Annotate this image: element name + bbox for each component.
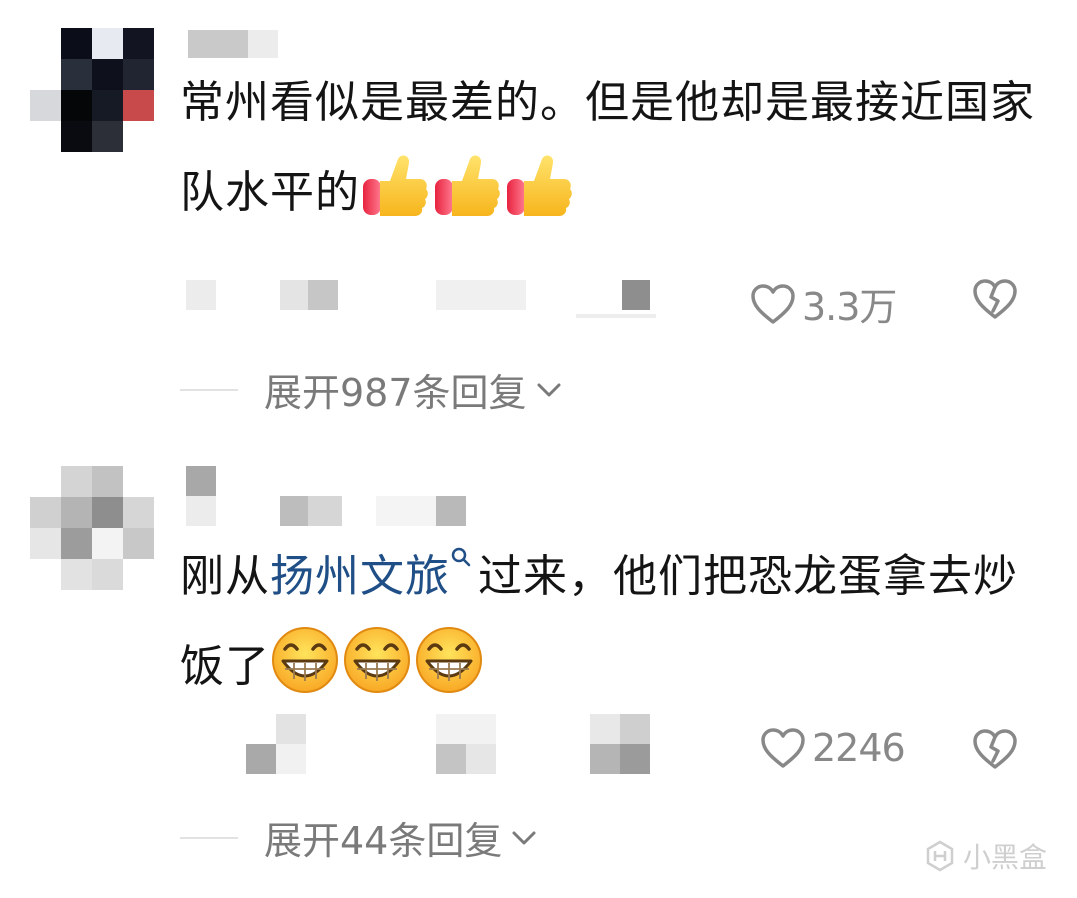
like-button[interactable]: 3.3万 — [750, 276, 897, 331]
heart-icon — [761, 728, 805, 768]
comment-text-content: 常州看似是最差的。但是他却是最接近国家队水平的 — [180, 77, 1035, 218]
grinning-face-icon — [272, 627, 338, 693]
expand-replies-button[interactable]: 展开44条回复 — [180, 810, 538, 865]
like-count: 2246 — [812, 726, 906, 770]
comment-text: 常州看似是最差的。但是他却是最接近国家队水平的 — [180, 58, 1040, 238]
grinning-face-icon — [416, 627, 482, 693]
heybox-logo-icon — [926, 840, 954, 872]
broken-heart-icon — [973, 279, 1017, 319]
thumbs-up-icon — [435, 155, 500, 216]
expand-replies-label: 展开44条回复 — [264, 819, 503, 863]
comment-text: 刚从扬州文旅 过来，他们把恐龙蛋拿去炒饭了 — [180, 532, 1040, 712]
comment-meta — [186, 280, 666, 320]
comment-meta — [246, 714, 656, 776]
expand-replies-label: 展开987条回复 — [264, 371, 527, 415]
dislike-button[interactable] — [972, 728, 1018, 774]
dislike-button[interactable] — [972, 278, 1018, 324]
expand-replies-button[interactable]: 展开987条回复 — [180, 362, 563, 417]
avatar[interactable] — [30, 466, 154, 590]
comment-item: 常州看似是最差的。但是他却是最接近国家队水平的 3.3万 展开987条回复 — [0, 0, 1077, 440]
avatar[interactable] — [30, 28, 154, 152]
like-count: 3.3万 — [802, 285, 897, 329]
chevron-down-icon — [512, 831, 536, 844]
watermark-text: 小黑盒 — [962, 841, 1047, 874]
chevron-down-icon — [537, 383, 561, 396]
username[interactable] — [186, 466, 486, 526]
heart-icon — [751, 283, 795, 324]
like-button[interactable]: 2246 — [760, 726, 906, 770]
thumbs-up-icon — [363, 155, 428, 216]
comment-item: 刚从扬州文旅 过来，他们把恐龙蛋拿去炒饭了 2246 展开44条回复 — [0, 440, 1077, 898]
thumbs-up-icon — [507, 155, 572, 216]
divider — [180, 836, 238, 839]
comment-text-before: 刚从 — [180, 551, 270, 602]
broken-heart-icon — [973, 729, 1017, 769]
username[interactable] — [188, 30, 278, 58]
topic-link[interactable]: 扬州文旅 — [270, 551, 450, 602]
watermark: 小黑盒 — [923, 836, 1047, 876]
grinning-face-icon — [344, 627, 410, 693]
search-icon[interactable] — [450, 546, 472, 568]
divider — [180, 388, 238, 391]
